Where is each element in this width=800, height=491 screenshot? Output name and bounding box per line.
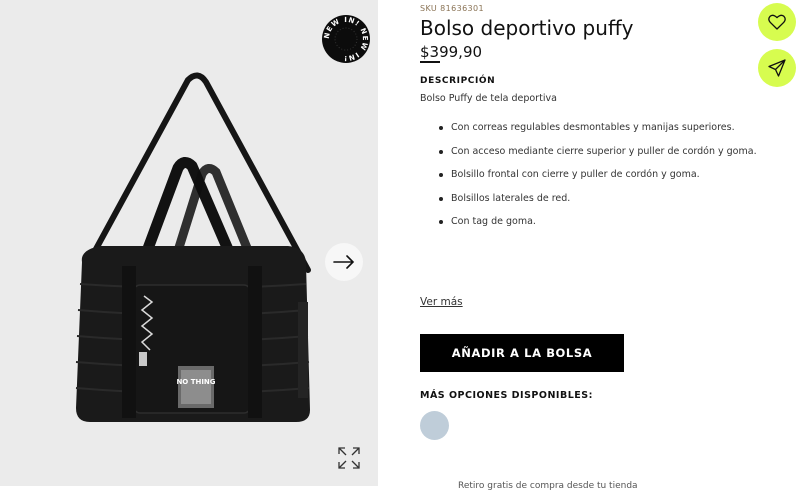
description-text: Bolso Puffy de tela deportiva [420,93,557,104]
expand-icon [338,447,360,469]
product-image: NO THING [75,72,311,422]
next-image-button[interactable] [325,243,363,281]
price-underline [420,61,440,63]
bag-tag-text: NO THING [176,378,215,386]
paper-plane-icon [768,59,786,77]
feature-item: Bolsillos laterales de red. [439,193,757,217]
product-title: Bolso deportivo puffy [420,16,634,40]
new-in-badge-art: NEW IN! NEW IN! [323,16,368,62]
share-button[interactable] [758,49,796,87]
description-heading: DESCRIPCIÓN [420,76,496,86]
zoom-image-button[interactable] [334,443,364,473]
feature-item: Con tag de goma. [439,216,757,240]
see-more-link[interactable]: Ver más [420,296,463,308]
arrow-right-icon [333,255,355,269]
product-sku: SKU 81636301 [420,4,485,13]
feature-item: Bolsillo frontal con cierre y puller de … [439,169,757,193]
heart-icon [768,14,786,30]
more-options-heading: MÁS OPCIONES DISPONIBLES: [420,390,593,401]
feature-item: Con acceso mediante cierre superior y pu… [439,146,757,170]
feature-list: Con correas regulables desmontables y ma… [439,122,757,240]
feature-item: Con correas regulables desmontables y ma… [439,122,757,146]
color-swatch[interactable] [420,411,449,440]
add-to-bag-button[interactable]: AÑADIR A LA BOLSA [420,334,624,372]
product-price: $399,90 [420,43,483,61]
product-gallery: NO THING NEW IN! NEW IN! [0,0,378,486]
new-in-badge: NEW IN! NEW IN! [322,15,370,63]
pickup-info-text: Retiro gratis de compra desde tu tienda [458,481,638,491]
wishlist-button[interactable] [758,3,796,41]
